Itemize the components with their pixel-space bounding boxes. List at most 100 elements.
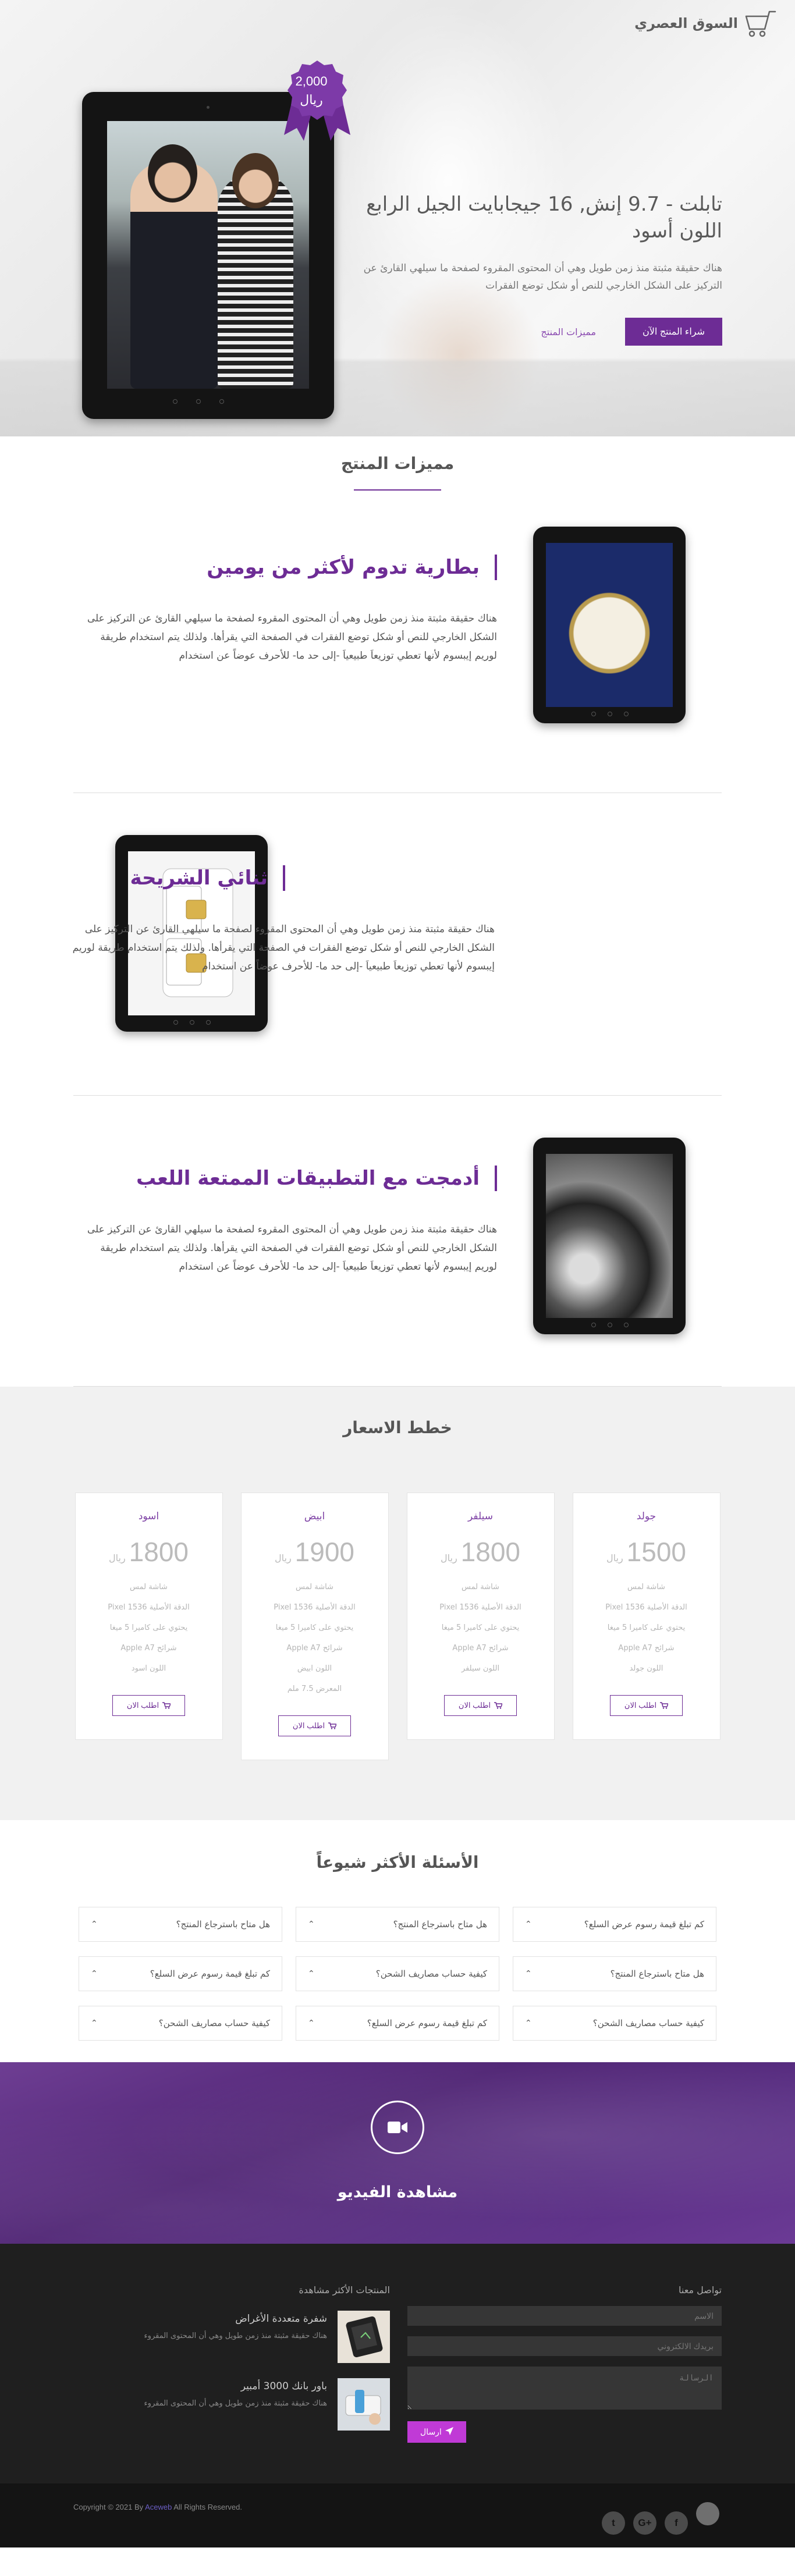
plan-feature: اللون سيلفر: [461, 1664, 500, 1673]
chevron-up-icon: ⌃: [91, 1920, 98, 1929]
send-button[interactable]: ارسال: [407, 2421, 466, 2443]
pricing-title: خطط الاسعار: [343, 1418, 452, 1437]
faq-item[interactable]: كيفية حساب مصاريف الشحن؟ ⌃: [296, 1956, 499, 1991]
faq-item[interactable]: كم تبلغ قيمة رسوم عرض السلع؟ ⌃: [513, 1907, 716, 1942]
plan-feature: الدقة الأصلية Pixel 1536: [439, 1603, 521, 1612]
plan-currency: ريال: [440, 1552, 457, 1564]
brand-logo[interactable]: السوق العصري: [634, 8, 776, 38]
order-button[interactable]: اطلب الان: [112, 1695, 186, 1716]
pricing-card: اسود 1800ريال شاشة لمس الدقة الأصلية Pixel …: [74, 1493, 223, 1740]
plan-feature: شرائح Apple A7: [286, 1644, 343, 1653]
order-label: اطلب الان: [624, 1701, 657, 1710]
feature-description: هناك حقيقة مثبتة منذ زمن طويل وهي أن الم…: [87, 1224, 497, 1273]
chevron-up-icon: ⌃: [525, 1920, 532, 1929]
order-label: اطلب الان: [292, 1721, 325, 1730]
chevron-up-icon: ⌃: [91, 2019, 98, 2028]
tablet-buttons: [591, 712, 629, 716]
faq-question: كيفية حساب مصاريف الشحن؟: [375, 1969, 487, 1979]
pricing-card: جولد 1500ريال شاشة لمس الدقة الأصلية Pixel …: [572, 1493, 721, 1740]
copyright-bar: Copyright © 2021 By Aceweb All Rights Re…: [0, 2483, 795, 2547]
feature-text: بطارية تدوم لأكثر من يومين هناك حقيقة مث…: [78, 555, 497, 665]
plan-feature: شرائح Apple A7: [120, 1644, 177, 1653]
product-item[interactable]: باور بانك 3000 أمبير هناك حقيقة مثبتة من…: [73, 2378, 390, 2431]
video-play-button[interactable]: [371, 2101, 424, 2154]
hero-actions: شراء المنتج الآن مميزات المنتج: [350, 318, 722, 346]
plan-price: 1800ريال: [87, 1536, 211, 1568]
chevron-up-icon: ⌃: [525, 1969, 532, 1978]
faq-item[interactable]: كيفية حساب مصاريف الشحن؟ ⌃: [513, 2006, 716, 2041]
feature-text: ثنائي الشريحة هناك حقيقة مثبتة منذ زمن ط…: [70, 865, 495, 976]
features-link[interactable]: مميزات المنتج: [541, 326, 596, 337]
pricing-card: سيلفر 1800ريال شاشة لمس الدقة الأصلية Pixel…: [406, 1493, 555, 1740]
plan-feature: يحتوي على كاميرا 5 ميغا: [441, 1623, 520, 1632]
faq-question: هل متاح باسترجاع المنتج؟: [610, 1969, 704, 1979]
plan-name: اسود: [138, 1511, 159, 1522]
faq-question: هل متاح باسترجاع المنتج؟: [176, 1919, 270, 1930]
plan-feature: الدقة الأصلية Pixel 1536: [274, 1603, 356, 1612]
copyright-link[interactable]: Aceweb: [145, 2503, 172, 2511]
order-button[interactable]: اطلب الان: [278, 1715, 352, 1736]
social-links: t G+ f: [602, 2511, 688, 2535]
order-button[interactable]: اطلب الان: [609, 1695, 683, 1716]
faq-item[interactable]: كيفية حساب مصاريف الشحن؟ ⌃: [79, 2006, 282, 2041]
name-field[interactable]: [407, 2306, 722, 2326]
hero-section: السوق العصري 2,000 ريال تابلت - 9.7 إنش,…: [0, 0, 795, 436]
order-label: اطلب الان: [126, 1701, 159, 1710]
scroll-top-button[interactable]: [696, 2502, 719, 2525]
faq-item[interactable]: هل متاح باسترجاع المنتج؟ ⌃: [296, 1907, 499, 1942]
hero-description: هناك حقيقة مثبتة منذ زمن طويل وهي أن الم…: [363, 262, 722, 292]
tablet-screen-photo: [107, 121, 309, 389]
faq-question: كيفية حساب مصاريف الشحن؟: [158, 2018, 270, 2028]
plan-price-value: 1900: [294, 1537, 355, 1567]
plan-feature: يحتوي على كاميرا 5 ميغا: [607, 1623, 686, 1632]
hero-title: تابلت - 9.7 إنش, 16 جيجابايت الجيل الراب…: [366, 193, 722, 243]
buy-now-button[interactable]: شراء المنتج الآن: [625, 318, 722, 346]
game-screen-image: [546, 1154, 673, 1318]
plan-name: ابيض: [304, 1511, 325, 1522]
faq-grid: كم تبلغ قيمة رسوم عرض السلع؟ ⌃ هل متاح باس…: [0, 1907, 795, 2041]
products-heading: المنتجات الأكثر مشاهدة: [299, 2284, 390, 2296]
feature-tablet-image: [533, 527, 686, 723]
plan-currency: ريال: [606, 1552, 623, 1564]
send-icon: [445, 2427, 453, 2435]
feature-dual-sim: ثنائي الشريحة هناك حقيقة مثبتة منذ زمن ط…: [73, 793, 722, 1096]
faq-item[interactable]: كم تبلغ قيمة رسوم عرض السلع؟ ⌃: [79, 1956, 282, 1991]
product-item[interactable]: شفرة متعددة الأغراض هناك حقيقة مثبتة منذ…: [73, 2311, 390, 2363]
plan-feature: شاشة لمس: [627, 1583, 665, 1591]
feature-tablet-image: [533, 1138, 686, 1334]
google-plus-icon[interactable]: G+: [633, 2511, 656, 2535]
hero-content: تابلت - 9.7 إنش, 16 جيجابايت الجيل الراب…: [350, 191, 722, 346]
photo-person-head: [148, 144, 197, 202]
cart-icon: [494, 1702, 503, 1709]
order-button[interactable]: اطلب الان: [443, 1695, 517, 1716]
facebook-icon[interactable]: f: [665, 2511, 688, 2535]
copyright-suffix: All Rights Reserved.: [173, 2503, 242, 2511]
plan-price: 1900ريال: [253, 1536, 377, 1568]
faq-item[interactable]: هل متاح باسترجاع المنتج؟ ⌃: [513, 1956, 716, 1991]
faq-item[interactable]: هل متاح باسترجاع المنتج؟ ⌃: [79, 1907, 282, 1942]
plan-price-value: 1500: [626, 1537, 687, 1567]
pricing-card: ابيض 1900ريال شاشة لمس الدقة الأصلية Pixel …: [240, 1493, 389, 1760]
faq-title: الأسئلة الأكثر شيوعاً: [316, 1853, 479, 1872]
contact-form: تواصل معنا ارسال: [407, 2284, 722, 2443]
features-section: مميزات المنتج بطارية تدوم لأكثر من يومين…: [0, 436, 795, 1387]
plan-price: 1800ريال: [419, 1536, 542, 1568]
video-label: مشاهدة الفيديو: [337, 2183, 458, 2201]
plan-feature: شاشة لمس: [296, 1583, 333, 1591]
message-field[interactable]: [407, 2367, 722, 2410]
email-field[interactable]: [407, 2336, 722, 2356]
video-section: مشاهدة الفيديو: [0, 2062, 795, 2244]
faq-item[interactable]: كم تبلغ قيمة رسوم عرض السلع؟ ⌃: [296, 2006, 499, 2041]
plan-feature: اللون ابيض: [297, 1664, 332, 1673]
tablet-buttons: [591, 1323, 629, 1327]
brand-name: السوق العصري: [634, 15, 738, 31]
chevron-up-icon: ⌃: [308, 2019, 315, 2028]
faq-question: كم تبلغ قيمة رسوم عرض السلع؟: [150, 1969, 270, 1979]
plan-feature: اللون جولد: [629, 1664, 663, 1673]
watch-screen-image: [546, 543, 673, 707]
chevron-up-icon: ⌃: [308, 1969, 315, 1978]
plan-currency: ريال: [274, 1552, 292, 1564]
footer: تواصل معنا ارسال المنتجات الأكثر مشاهدة …: [0, 2244, 795, 2547]
price-badge-amount: 2,000: [295, 74, 328, 88]
twitter-icon[interactable]: t: [602, 2511, 625, 2535]
